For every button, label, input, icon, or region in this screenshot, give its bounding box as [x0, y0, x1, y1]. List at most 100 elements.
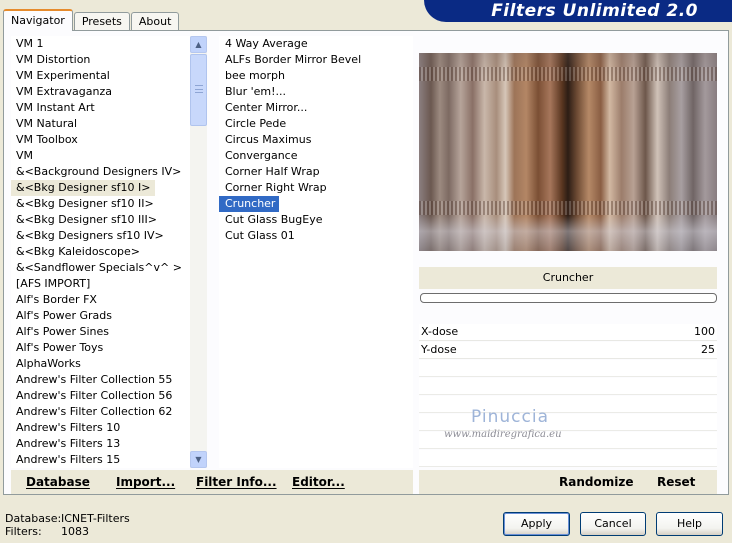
filter-item-label: Center Mirror... [225, 101, 308, 114]
help-button[interactable]: Help [656, 512, 723, 536]
filter-info-button[interactable]: Filter Info... [196, 475, 277, 489]
category-item[interactable]: Andrew's Filters 10 [11, 420, 190, 436]
preview-band [419, 67, 717, 81]
category-item-label: &<Bkg Designer sf10 II> [16, 197, 154, 210]
category-item-label: Alf's Power Toys [16, 341, 104, 354]
editor-button[interactable]: Editor... [292, 475, 345, 489]
category-item-label: Andrew's Filter Collection 55 [16, 373, 173, 386]
category-item[interactable]: VM Distortion [11, 52, 190, 68]
filter-item[interactable]: ALFs Border Mirror Bevel [219, 52, 413, 68]
filter-item[interactable]: Blur 'em!... [219, 84, 413, 100]
param-x-dose[interactable]: X-dose 100 [419, 324, 717, 341]
category-item-label: &<Bkg Kaleidoscope> [16, 245, 141, 258]
filters-count-label: Filters: [5, 525, 42, 538]
tab-navigator[interactable]: Navigator [3, 9, 73, 31]
filter-item[interactable]: 4 Way Average [219, 36, 413, 52]
scroll-thumb[interactable] [190, 54, 207, 126]
category-item[interactable]: VM Natural [11, 116, 190, 132]
category-item[interactable]: VM Toolbox [11, 132, 190, 148]
param-empty-row [419, 378, 717, 395]
category-item[interactable]: VM Extravaganza [11, 84, 190, 100]
randomize-button[interactable]: Randomize [559, 475, 633, 489]
filter-item[interactable]: Circle Pede [219, 116, 413, 132]
category-item-label: Alf's Border FX [16, 293, 97, 306]
import-button[interactable]: Import... [116, 475, 175, 489]
category-item[interactable]: &<Sandflower Specials^v^ > [11, 260, 190, 276]
database-value: ICNET-Filters [61, 512, 130, 525]
progress-bar [420, 293, 717, 303]
category-item[interactable]: &<Background Designers IV> [11, 164, 190, 180]
reset-button[interactable]: Reset [657, 475, 695, 489]
header-banner: Filters Unlimited 2.0 [424, 0, 732, 22]
param-empty-row [419, 396, 717, 413]
category-item[interactable]: [AFS IMPORT] [11, 276, 190, 292]
category-item[interactable]: Andrew's Filters 15 [11, 452, 190, 468]
category-item-label: Alf's Power Grads [16, 309, 112, 322]
database-button[interactable]: Database [26, 475, 90, 489]
tab-presets[interactable]: Presets [73, 12, 130, 31]
category-item[interactable]: &<Bkg Designers sf10 IV> [11, 228, 190, 244]
category-item[interactable]: VM 1 [11, 36, 190, 52]
tab-about[interactable]: About [130, 12, 180, 31]
category-item-label: VM Natural [16, 117, 78, 130]
filter-list[interactable]: 4 Way Average ALFs Border Mirror Bevel bee… [219, 36, 413, 468]
cancel-button[interactable]: Cancel [580, 512, 646, 536]
filter-item[interactable]: Convergance [219, 148, 413, 164]
category-item[interactable]: Andrew's Filter Collection 56 [11, 388, 190, 404]
category-scrollbar[interactable]: ▲ ▼ [190, 36, 207, 468]
filter-item[interactable]: bee morph [219, 68, 413, 84]
param-y-dose[interactable]: Y-dose 25 [419, 342, 717, 359]
category-item[interactable]: &<Bkg Designer sf10 I> [11, 180, 190, 196]
category-item[interactable]: VM Instant Art [11, 100, 190, 116]
param-label: Y-dose [421, 343, 457, 356]
category-item-label: [AFS IMPORT] [16, 277, 91, 290]
grip-icon [195, 85, 203, 93]
filter-item-label: bee morph [225, 69, 285, 82]
param-value[interactable]: 100 [694, 325, 715, 338]
category-item[interactable]: &<Bkg Designer sf10 III> [11, 212, 190, 228]
filter-preview-image [419, 53, 717, 251]
arrow-up-icon: ▲ [195, 40, 202, 49]
filter-item-label: Blur 'em!... [225, 85, 286, 98]
category-item[interactable]: &<Bkg Kaleidoscope> [11, 244, 190, 260]
category-item-label: Alf's Power Sines [16, 325, 109, 338]
category-item[interactable]: &<Bkg Designer sf10 II> [11, 196, 190, 212]
category-item[interactable]: VM Experimental [11, 68, 190, 84]
param-label: X-dose [421, 325, 459, 338]
category-item[interactable]: Alf's Power Grads [11, 308, 190, 324]
scroll-up-button[interactable]: ▲ [190, 36, 207, 53]
category-item[interactable]: Alf's Border FX [11, 292, 190, 308]
category-item-label: &<Background Designers IV> [16, 165, 182, 178]
category-item-label: VM Experimental [16, 69, 110, 82]
category-item-label: VM 1 [16, 37, 44, 50]
category-list[interactable]: VM 1 VM Distortion VM Experimental VM Extra… [11, 36, 190, 468]
category-item[interactable]: Alf's Power Toys [11, 340, 190, 356]
filter-item[interactable]: Cruncher [219, 196, 413, 212]
filter-item[interactable]: Corner Half Wrap [219, 164, 413, 180]
param-value[interactable]: 25 [701, 343, 715, 356]
category-item[interactable]: Andrew's Filter Collection 55 [11, 372, 190, 388]
category-item-label: &<Sandflower Specials^v^ > [16, 261, 182, 274]
filter-item[interactable]: Circus Maximus [219, 132, 413, 148]
filter-item-label: Cruncher [219, 196, 280, 212]
preview-band [419, 201, 717, 215]
category-item-label: AlphaWorks [16, 357, 81, 370]
category-item-label: VM Instant Art [16, 101, 95, 114]
filter-item[interactable]: Cut Glass BugEye [219, 212, 413, 228]
database-label: Database: [5, 512, 62, 525]
apply-button[interactable]: Apply [503, 512, 570, 536]
category-item[interactable]: VM [11, 148, 190, 164]
filter-item[interactable]: Cut Glass 01 [219, 228, 413, 244]
filter-item-label: Cut Glass 01 [225, 229, 295, 242]
category-item[interactable]: Andrew's Filters 13 [11, 436, 190, 452]
filter-item[interactable]: Center Mirror... [219, 100, 413, 116]
category-item-label: VM Distortion [16, 53, 91, 66]
category-item-label: Andrew's Filters 15 [16, 453, 121, 466]
category-item[interactable]: Alf's Power Sines [11, 324, 190, 340]
filter-item[interactable]: Corner Right Wrap [219, 180, 413, 196]
category-item[interactable]: Andrew's Filter Collection 62 [11, 404, 190, 420]
category-item-label: &<Bkg Designer sf10 III> [16, 213, 158, 226]
scroll-down-button[interactable]: ▼ [190, 451, 207, 468]
category-item[interactable]: AlphaWorks [11, 356, 190, 372]
category-item-label: &<Bkg Designers sf10 IV> [16, 229, 164, 242]
